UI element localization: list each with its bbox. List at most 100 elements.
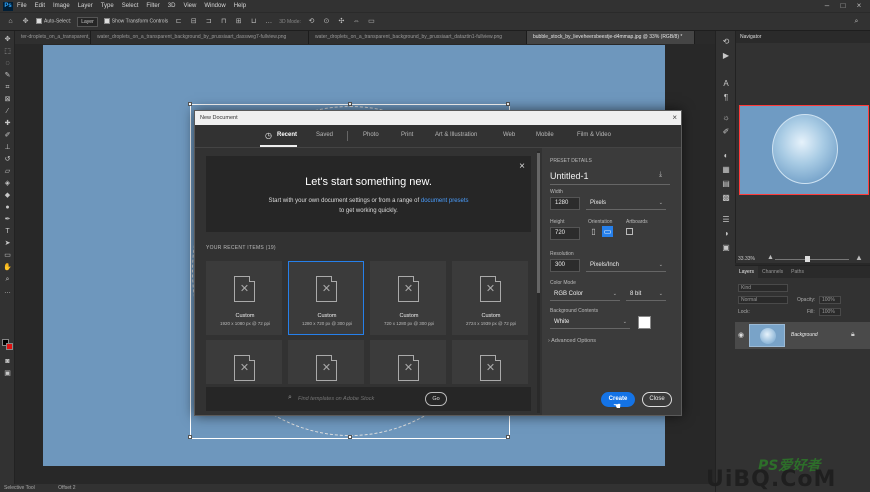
brush-tool-icon[interactable]: ✐ [3,131,12,140]
align-bottom-icon[interactable]: ⊔ [249,17,258,26]
rectangle-tool-icon[interactable]: ▭ [3,251,12,260]
background-contents-select[interactable]: White ⌄ [550,316,630,329]
move-tool-icon[interactable]: ✥ [21,17,30,26]
zoom-tool-icon[interactable]: ⌕ [3,275,12,284]
save-preset-icon[interactable]: ⤓ [659,171,662,179]
dialog-close-icon[interactable]: × [672,113,677,123]
blur-tool-icon[interactable]: ◆ [3,191,12,200]
dodge-tool-icon[interactable]: ● [3,203,12,212]
menu-view[interactable]: View [183,3,196,9]
tab-document-2[interactable]: water_droplets_on_a_transparent_backgrou… [91,31,309,44]
3d-drag-icon[interactable]: ✣ [337,17,346,26]
clone-stamp-icon[interactable]: ⊥ [3,143,12,152]
menu-filter[interactable]: Filter [146,3,159,9]
blend-mode-select[interactable]: Normal [738,296,788,304]
frame-tool-icon[interactable]: ⊠ [3,95,12,104]
bit-depth-select[interactable]: 8 bit ⌄ [626,288,666,301]
quick-mask-icon[interactable]: ◙ [3,357,12,366]
transform-handle[interactable] [506,435,510,439]
quick-select-tool-icon[interactable]: ✎ [3,71,12,80]
transform-handle[interactable] [188,435,192,439]
healing-brush-icon[interactable]: ✚ [3,119,12,128]
auto-select-checkbox[interactable] [36,18,42,25]
tab-web[interactable]: Web [503,132,515,138]
background-color-swatch[interactable] [638,316,651,329]
visibility-eye-icon[interactable]: ◉ [738,331,744,339]
3d-orbit-icon[interactable]: ⟲ [307,17,316,26]
libraries-panel-icon[interactable]: ▣ [721,243,731,253]
align-right-icon[interactable]: ⊐ [204,17,213,26]
tab-art-illustration[interactable]: Art & Illustration [435,132,477,138]
recent-item-card[interactable]: ✕ [452,340,528,384]
layer-select-dropdown[interactable]: Layer [77,16,98,27]
menu-edit[interactable]: Edit [35,3,45,9]
advanced-options-toggle[interactable]: › Advanced Options [548,338,596,344]
go-button[interactable]: Go [425,392,447,406]
transform-handle[interactable] [506,102,510,106]
tab-channels[interactable]: Channels [758,266,787,278]
zoom-slider-track[interactable] [775,259,849,260]
transform-handle[interactable] [348,435,352,439]
align-top-icon[interactable]: ⊓ [219,17,228,26]
tab-photo[interactable]: Photo [363,132,379,138]
more-options-icon[interactable]: … [264,17,273,26]
recent-scrollbar-thumb[interactable] [537,153,540,293]
resolution-unit-select[interactable]: Pixels/Inch ⌄ [586,259,666,272]
recent-item-card[interactable]: ✕ [206,340,282,384]
lightbulb-icon[interactable]: ☼ [721,113,731,123]
gradients-panel-icon[interactable]: ▤ [721,179,731,189]
recent-item-card[interactable]: ✕ [288,340,364,384]
brush-settings-icon[interactable]: ✐ [721,127,731,137]
actions-panel-icon[interactable]: ▶ [721,51,731,61]
tab-mobile[interactable]: Mobile [536,132,554,138]
pen-tool-icon[interactable]: ✒ [3,215,12,224]
tab-layers[interactable]: Layers [735,266,759,278]
artboards-checkbox[interactable] [626,228,633,235]
history-brush-icon[interactable]: ↺ [3,155,12,164]
tab-saved[interactable]: Saved [316,132,333,138]
layer-name[interactable]: Background [791,332,818,338]
transform-handle[interactable] [188,102,192,106]
maximize-icon[interactable]: □ [836,0,850,12]
menu-select[interactable]: Select [122,3,139,9]
move-tool-icon[interactable]: ✥ [3,35,12,44]
home-icon[interactable]: ⌂ [6,17,15,26]
3d-scale-icon[interactable]: ▭ [367,17,376,26]
tab-paths[interactable]: Paths [787,266,808,278]
marquee-tool-icon[interactable]: ⬚ [3,47,12,56]
adjustments-panel-icon[interactable]: ◑ [721,229,731,239]
align-middle-icon[interactable]: ⊞ [234,17,243,26]
background-color-swatch[interactable] [6,343,13,350]
swatches-panel-icon[interactable]: ▦ [721,165,731,175]
menu-window[interactable]: Window [204,3,225,9]
type-tool-icon[interactable]: T [3,227,12,236]
align-left-icon[interactable]: ⊏ [174,17,183,26]
show-transform-option[interactable]: Show Transform Controls [103,18,168,25]
recent-item-card[interactable]: ✕ Custom 720 x 1280 px @ 300 ppi [370,261,446,335]
menu-image[interactable]: Image [53,3,70,9]
search-icon[interactable]: ⌕ [852,17,861,26]
paint-bucket-icon[interactable]: ◈ [3,179,12,188]
path-select-icon[interactable]: ➤ [3,239,12,248]
3d-roll-icon[interactable]: ⊙ [322,17,331,26]
color-mode-select[interactable]: RGB Color ⌄ [550,288,620,301]
portrait-orientation-icon[interactable]: ▯ [588,226,599,237]
history-panel-icon[interactable]: ⟲ [721,37,731,47]
landscape-orientation-icon[interactable]: ▭ [602,226,613,237]
width-unit-select[interactable]: Pixels ⌄ [586,197,666,210]
tab-document-1[interactable]: ter-droplets_on_a_transparent_background… [15,31,91,44]
recent-item-card[interactable]: ✕ [370,340,446,384]
width-field[interactable]: 1280 [550,197,580,210]
document-name-field[interactable]: Untitled-1 [550,171,670,185]
tab-document-3[interactable]: water_droplets_on_a_transparent_backgrou… [309,31,527,44]
tab-print[interactable]: Print [401,132,413,138]
transform-handle[interactable] [348,102,352,106]
navigator-zoom-value[interactable]: 33.33% [738,256,755,262]
tab-recent[interactable]: Recent [277,132,297,138]
layer-row-background[interactable]: ◉ Background 🔒︎ [735,322,870,349]
welcome-close-icon[interactable]: × [519,161,525,172]
menu-layer[interactable]: Layer [78,3,93,9]
menu-help[interactable]: Help [234,3,246,9]
close-button[interactable]: Close [642,392,672,407]
menu-file[interactable]: File [17,3,27,9]
